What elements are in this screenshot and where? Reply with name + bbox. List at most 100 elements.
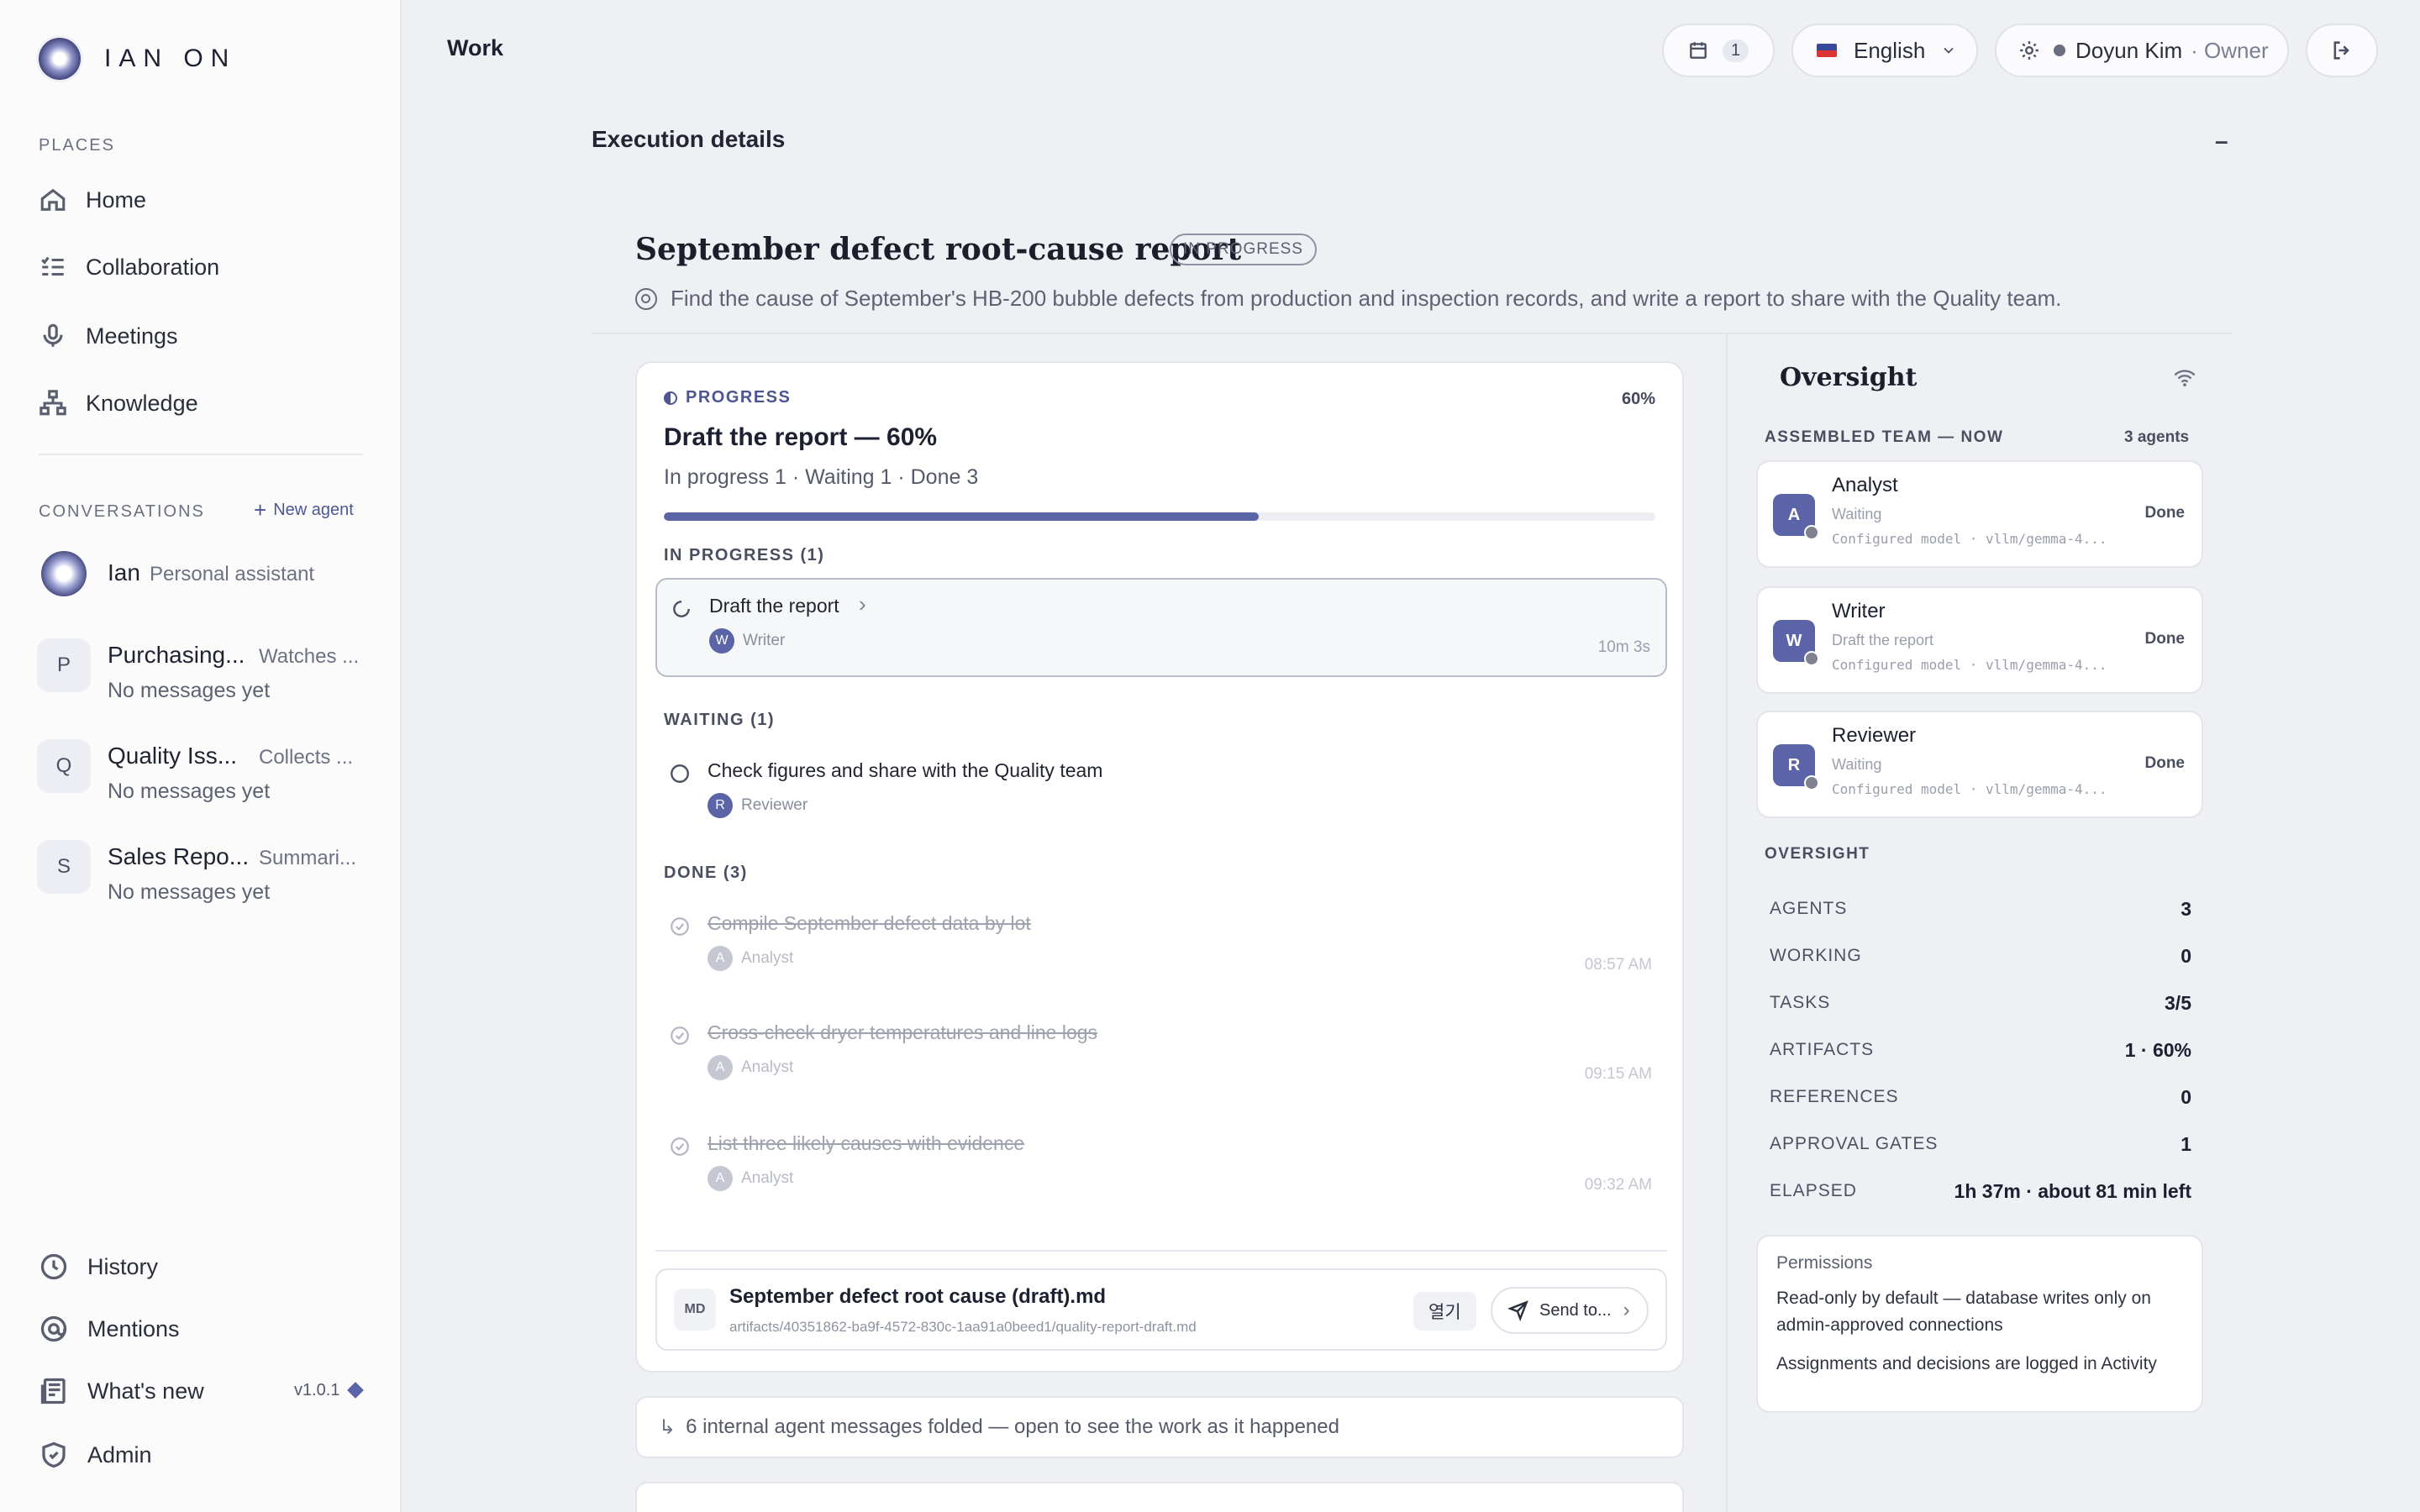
send-to-button[interactable]: Send to... › (1491, 1287, 1649, 1334)
plus-icon: + (254, 497, 267, 522)
doc-title: September defect root-cause report (635, 232, 1242, 267)
nav-collaboration-label: Collaboration (86, 254, 220, 280)
send-to-label: Send to... (1539, 1300, 1612, 1320)
conversation-purchasing[interactable]: P Purchasing... Watches ... No messages … (37, 632, 373, 707)
conversation-desc: Watches ... (259, 645, 360, 668)
agent-count: 3 agents (2124, 428, 2190, 446)
progress-label: PROGRESS (664, 388, 791, 407)
user-menu[interactable]: Doyun Kim · Owner (1995, 24, 2289, 77)
main-divider (592, 333, 2232, 334)
nav-whats-new[interactable]: What's new (39, 1373, 204, 1410)
new-agent-button[interactable]: + New agent (254, 497, 354, 523)
at-icon (40, 1315, 67, 1342)
agent-name: Reviewer (1832, 724, 1917, 747)
nav-meetings[interactable]: Meetings (39, 316, 178, 356)
agent-name: Writer (1832, 600, 1886, 622)
stat-value: 3/5 (2165, 991, 2191, 1014)
conversation-preview: No messages yet (108, 679, 271, 702)
check-circle-icon (671, 917, 689, 936)
goal-text: Find the cause of September's HB-200 bub… (635, 286, 2061, 312)
folded-messages[interactable]: ↳ 6 internal agent messages folded — ope… (635, 1396, 1684, 1458)
task-assignee: A Analyst (708, 1055, 793, 1080)
page-title: Work (447, 35, 504, 60)
nav-whats-new-label: What's new (87, 1378, 204, 1404)
open-artifact-button[interactable]: 열기 (1413, 1292, 1476, 1331)
circle-icon (671, 764, 689, 783)
oversight-stats-label: OVERSIGHT (1765, 845, 1870, 863)
stat-key: AGENTS (1770, 899, 1848, 918)
progress-bar (664, 512, 1655, 521)
task-title: List three likely causes with evidence (708, 1132, 1025, 1154)
artifact-row[interactable]: MD September defect root cause (draft).m… (655, 1268, 1667, 1351)
agent-model: Configured model · vllm/gemma-4... (1832, 657, 2107, 673)
agent-card-analyst[interactable]: A Analyst Waiting Configured model · vll… (1756, 460, 2203, 568)
clock-icon (40, 1253, 67, 1280)
conversation-name: Ian (108, 559, 140, 585)
status-badge: IN PROGRESS (1170, 234, 1317, 265)
permissions-line: Read-only by default — database writes o… (1776, 1289, 2151, 1335)
goal-description: Find the cause of September's HB-200 bub… (671, 286, 2062, 311)
conversation-quality[interactable]: Q Quality Iss... Collects ... No message… (37, 732, 373, 808)
new-agent-label: New agent (273, 501, 354, 519)
collapse-button[interactable]: – (2215, 128, 2228, 155)
agent-avatar: W (709, 628, 734, 654)
task-time: 08:57 AM (1584, 956, 1652, 974)
nav-mentions[interactable]: Mentions (39, 1310, 180, 1347)
progress-title: Draft the report — 60% (664, 423, 938, 451)
logout-button[interactable] (2306, 24, 2378, 77)
task-likely-causes[interactable]: List three likely causes with evidence A… (655, 1117, 1667, 1216)
conversation-name: Sales Repo... (108, 843, 250, 869)
sidebar-divider (39, 454, 363, 455)
stat-value: 1 (2181, 1132, 2191, 1155)
task-draft-report[interactable]: Draft the report › W Writer 10m 3s (655, 578, 1667, 677)
task-compile-data[interactable]: Compile September defect data by lot A A… (655, 897, 1667, 996)
nav-history[interactable]: History (39, 1248, 158, 1285)
agent-status: Draft the report (1832, 632, 1934, 648)
task-time: 09:15 AM (1584, 1065, 1652, 1083)
calendar-button[interactable]: 1 (1662, 24, 1775, 77)
return-arrow-icon: ↳ (659, 1415, 676, 1439)
shield-icon (42, 1441, 66, 1468)
brand-logo[interactable]: IAN ON (39, 37, 236, 81)
nav-collaboration[interactable]: Collaboration (39, 247, 219, 287)
task-check-figures[interactable]: Check figures and share with the Quality… (655, 744, 1667, 843)
checklist-icon (41, 256, 64, 276)
user-role: · Owner (2191, 37, 2269, 63)
card-divider (655, 1250, 1667, 1252)
news-icon (40, 1378, 66, 1404)
presence-dot (2054, 45, 2065, 56)
stat-approval-gates: APPROVAL GATES 1 (1770, 1127, 2191, 1161)
nav-meetings-label: Meetings (86, 323, 178, 349)
language-select[interactable]: English (1791, 24, 1978, 77)
progress-percent: 60% (1621, 390, 1655, 408)
agent-model: Configured model · vllm/gemma-4... (1832, 531, 2107, 547)
agent-state: Done (2144, 754, 2186, 772)
spinner-icon (673, 601, 690, 617)
permissions-title: Permissions (1776, 1253, 1873, 1273)
stat-key: APPROVAL GATES (1770, 1134, 1939, 1153)
ian-avatar (41, 551, 87, 596)
nav-admin[interactable]: Admin (39, 1436, 152, 1473)
stat-value: 0 (2181, 944, 2191, 967)
progress-label-text: PROGRESS (686, 388, 792, 407)
task-cross-check[interactable]: Cross-check dryer temperatures and line … (655, 1006, 1667, 1105)
conversation-sales[interactable]: S Sales Repo... Summari... No messages y… (37, 833, 373, 909)
conversation-ian[interactable]: Ian Personal assistant (37, 549, 373, 625)
chevron-right-icon: › (859, 591, 866, 617)
nav-home[interactable]: Home (39, 180, 146, 220)
conversation-name: Quality Iss... (108, 743, 238, 769)
task-title: Cross-check dryer temperatures and line … (708, 1021, 1098, 1043)
nav-knowledge[interactable]: Knowledge (39, 383, 198, 423)
home-icon (40, 188, 66, 211)
agent-name: Reviewer (741, 796, 808, 814)
progress-counts: In progress 1 · Waiting 1 · Done 3 (664, 465, 979, 489)
avatar: Q (37, 739, 91, 793)
agent-card-reviewer[interactable]: R Reviewer Waiting Configured model · vl… (1756, 711, 2203, 818)
nav-mentions-label: Mentions (87, 1315, 180, 1341)
stat-working: WORKING 0 (1770, 939, 2191, 973)
agent-avatar: R (1773, 744, 1819, 790)
progress-bar-fill (664, 512, 1259, 521)
hierarchy-icon (39, 390, 66, 416)
agent-card-writer[interactable]: W Writer Draft the report Configured mod… (1756, 586, 2203, 694)
done-label: DONE (3) (664, 864, 748, 882)
